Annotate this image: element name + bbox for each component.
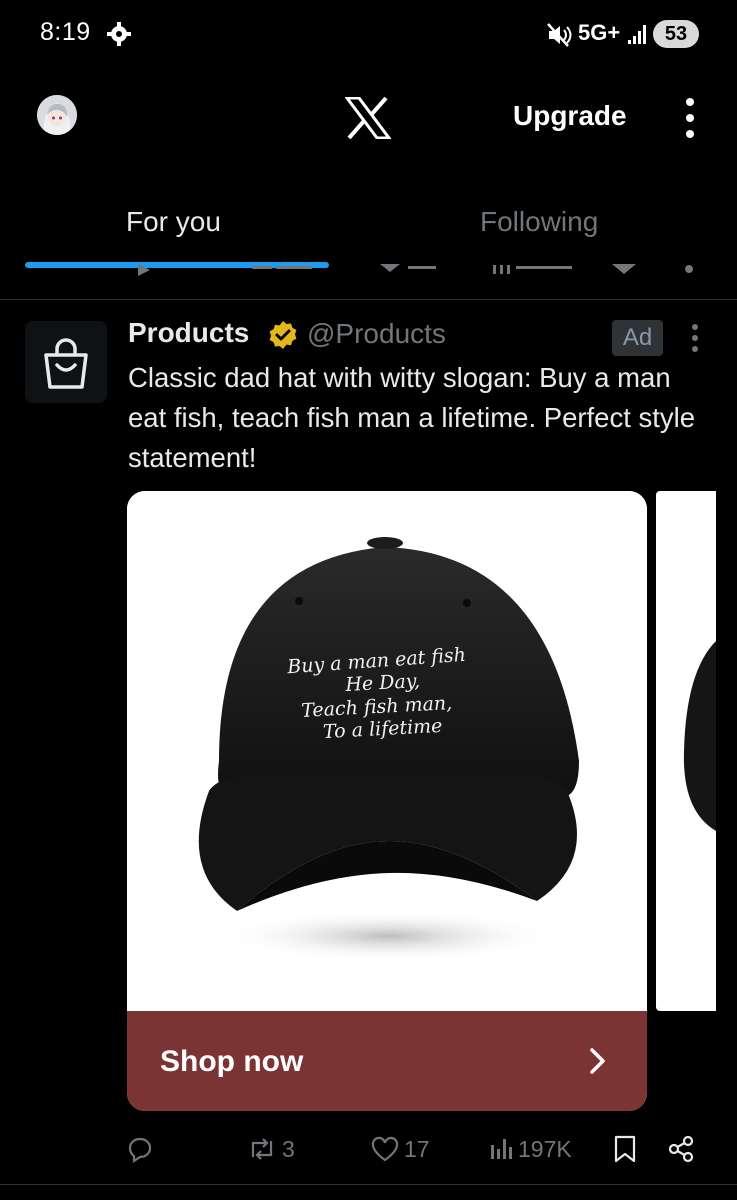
battery-icon: 53 bbox=[653, 20, 699, 48]
bookmark-icon bbox=[614, 1135, 636, 1163]
share-icon bbox=[668, 1135, 694, 1163]
dad-hat-image: Buy a man eat fish He Day, Teach fish ma… bbox=[198, 537, 579, 962]
share-button[interactable] bbox=[666, 1129, 696, 1169]
mute-icon bbox=[547, 23, 572, 47]
previous-post-actions bbox=[138, 264, 693, 276]
reply-icon bbox=[128, 1137, 152, 1163]
post-more-icon[interactable] bbox=[687, 322, 703, 354]
gear-icon bbox=[107, 22, 131, 46]
shopping-bag-icon bbox=[44, 338, 88, 389]
tab-for-you[interactable]: For you bbox=[126, 206, 221, 238]
verified-badge-icon bbox=[269, 321, 297, 349]
heart-icon bbox=[371, 1136, 399, 1162]
chevron-right-icon bbox=[590, 1048, 605, 1074]
upgrade-button[interactable]: Upgrade bbox=[513, 100, 627, 132]
repost-icon bbox=[251, 1138, 273, 1160]
shop-now-label: Shop now bbox=[160, 1045, 304, 1078]
avatar[interactable] bbox=[37, 95, 77, 135]
status-bar: 8:19 5G+ 53 bbox=[0, 0, 737, 70]
bookmark-button[interactable] bbox=[612, 1129, 638, 1169]
product-image[interactable]: Buy a man eat fish He Day, Teach fish ma… bbox=[127, 491, 647, 1011]
next-product-card[interactable] bbox=[656, 491, 716, 1011]
x-logo-icon[interactable] bbox=[345, 97, 391, 139]
reply-button[interactable] bbox=[126, 1129, 154, 1169]
post-avatar[interactable] bbox=[25, 321, 107, 403]
post-bottom-divider bbox=[0, 1184, 737, 1185]
timeline-tabs: For you Following bbox=[0, 190, 737, 270]
repost-count: 3 bbox=[282, 1135, 295, 1162]
post-divider bbox=[0, 299, 737, 300]
signal-icon bbox=[628, 25, 646, 44]
tab-following[interactable]: Following bbox=[480, 206, 598, 238]
like-count: 17 bbox=[404, 1135, 430, 1162]
author-name[interactable]: Products bbox=[128, 317, 249, 349]
network-label: 5G+ bbox=[578, 20, 621, 45]
views-icon bbox=[491, 1139, 512, 1159]
ad-badge: Ad bbox=[612, 320, 663, 356]
repost-button[interactable]: 3 bbox=[246, 1129, 295, 1169]
hat-text-line-2: He Day, bbox=[344, 670, 421, 696]
shop-now-button[interactable]: Shop now bbox=[127, 1011, 647, 1111]
next-product-image bbox=[683, 641, 716, 831]
status-time: 8:19 bbox=[40, 18, 91, 46]
like-button[interactable]: 17 bbox=[370, 1129, 430, 1169]
product-card[interactable]: Buy a man eat fish He Day, Teach fish ma… bbox=[127, 491, 647, 1111]
more-vertical-icon[interactable] bbox=[682, 96, 698, 140]
views-count: 197K bbox=[518, 1135, 572, 1162]
post-actions: 3 17 197K bbox=[0, 1125, 737, 1175]
author-handle[interactable]: @Products bbox=[307, 318, 446, 350]
post-text: Classic dad hat with witty slogan: Buy a… bbox=[128, 362, 696, 473]
views-button[interactable]: 197K bbox=[488, 1129, 572, 1169]
avatar-illustration bbox=[37, 95, 77, 135]
top-app-bar: Upgrade bbox=[0, 70, 737, 170]
